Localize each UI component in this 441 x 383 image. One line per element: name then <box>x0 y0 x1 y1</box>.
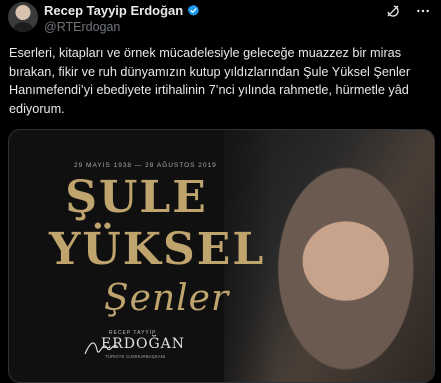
tweet-top-actions <box>385 3 431 19</box>
dates-text: 29 MAYIS 1938 — 28 AĞUSTOS 2019 <box>74 162 217 169</box>
grok-icon[interactable] <box>385 3 401 19</box>
more-options-icon[interactable] <box>415 3 431 19</box>
headline-line-2: YÜKSEL <box>49 224 266 275</box>
headline-line-1: ŞULE <box>65 172 208 223</box>
author-name-row: Recep Tayyip Erdoğan <box>44 3 200 18</box>
script-name: Şenler <box>104 278 230 319</box>
tweet-media-image[interactable]: 29 MAYIS 1938 — 28 AĞUSTOS 2019 ŞULE YÜK… <box>8 129 435 383</box>
avatar[interactable] <box>8 2 38 32</box>
tweet-text: Eserleri, kitapları ve örnek mücadelesiy… <box>9 46 411 116</box>
signature-subtitle: TÜRKİYE CUMHURBAŞKANI <box>105 354 166 359</box>
display-name[interactable]: Recep Tayyip Erdoğan <box>44 3 183 18</box>
verified-badge-icon <box>187 4 200 17</box>
signature-name: ERDOĞAN <box>101 336 186 352</box>
handle[interactable]: @RTErdogan <box>44 20 120 34</box>
